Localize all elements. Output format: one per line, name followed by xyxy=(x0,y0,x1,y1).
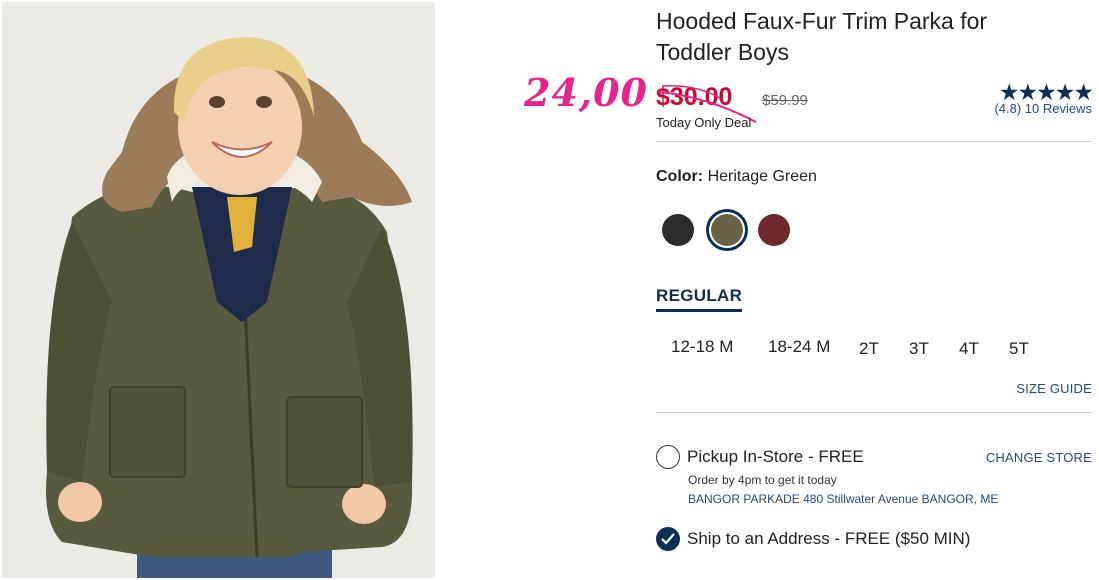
product-info-panel: Hooded Faux-Fur Trim Parka for Toddler B… xyxy=(524,0,1094,580)
reviews-link[interactable]: (4.8) 10 Reviews xyxy=(994,101,1092,116)
color-row: Color: Heritage Green xyxy=(656,168,817,186)
product-photo-toddler-parka xyxy=(2,2,435,578)
sale-price: $30.00 xyxy=(656,83,733,111)
ship-radio[interactable] xyxy=(656,527,680,551)
divider xyxy=(656,412,1092,413)
color-swatch-heritage-green[interactable] xyxy=(711,214,743,246)
size-option-12-18m[interactable]: 12-18 M xyxy=(671,337,733,357)
deal-label: Today Only Deal xyxy=(656,115,752,130)
pickup-label[interactable]: Pickup In-Store - FREE xyxy=(687,447,864,467)
change-store-link[interactable]: CHANGE STORE xyxy=(986,450,1092,465)
pickup-radio[interactable] xyxy=(656,445,680,469)
store-address-link[interactable]: BANGOR PARKADE 480 Stillwater Avenue BAN… xyxy=(688,492,998,506)
color-swatch-burgundy[interactable] xyxy=(758,214,790,246)
size-option-5t[interactable]: 5T xyxy=(1009,339,1029,359)
color-swatch-black[interactable] xyxy=(662,214,694,246)
rating-score: (4.8) xyxy=(994,101,1022,116)
product-image[interactable] xyxy=(2,2,435,578)
reviews-count: 10 Reviews xyxy=(1024,101,1092,116)
size-option-3t[interactable]: 3T xyxy=(909,339,929,359)
size-option-4t[interactable]: 4T xyxy=(959,339,979,359)
color-label: Color: xyxy=(656,168,704,185)
size-option-18-24m[interactable]: 18-24 M xyxy=(768,337,830,357)
divider xyxy=(656,141,1092,142)
size-guide-link[interactable]: SIZE GUIDE xyxy=(1016,381,1092,396)
ship-label[interactable]: Ship to an Address - FREE ($50 MIN) xyxy=(687,529,970,549)
rating-summary[interactable]: ★★★★★ (4.8) 10 Reviews xyxy=(994,79,1094,117)
original-price: $59.99 xyxy=(762,92,808,109)
tab-regular[interactable]: REGULAR xyxy=(656,286,743,312)
star-rating-icon: ★★★★★ xyxy=(998,79,1094,105)
product-title: Hooded Faux-Fur Trim Parka for Toddler B… xyxy=(656,8,988,65)
handwritten-price-annotation: 24,00 xyxy=(524,70,648,115)
color-value: Heritage Green xyxy=(707,168,817,185)
checkmark-icon xyxy=(661,533,675,545)
size-option-2t[interactable]: 2T xyxy=(859,339,879,359)
pickup-note: Order by 4pm to get it today xyxy=(688,473,837,487)
